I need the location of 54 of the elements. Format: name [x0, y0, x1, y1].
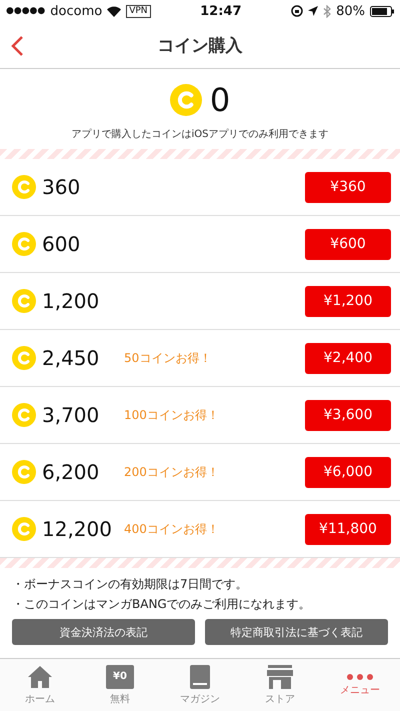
coin-amount: 1,200 — [42, 289, 100, 313]
coin-amount: 12,200 — [42, 517, 113, 541]
tab-item[interactable]: マガジン — [160, 659, 240, 711]
rotation-lock-icon — [291, 5, 304, 17]
bluetooth-icon — [323, 4, 332, 18]
price-button[interactable]: ¥360 — [305, 172, 391, 202]
coin-icon — [12, 403, 36, 427]
price-button[interactable]: ¥2,400 — [305, 342, 391, 374]
coin-icon — [12, 346, 36, 370]
store-icon — [267, 664, 293, 688]
coin-icon — [12, 289, 36, 313]
price-button[interactable]: ¥600 — [305, 228, 391, 260]
tab-item[interactable]: ストア — [240, 659, 320, 711]
legal-button[interactable]: 特定商取引法に基づく表記 — [205, 619, 388, 645]
coin-icon — [12, 460, 36, 484]
coin-amount: 600 — [42, 232, 82, 256]
legal-button[interactable]: 資金決済法の表記 — [12, 619, 195, 645]
book-icon — [190, 664, 210, 688]
location-icon — [308, 6, 318, 16]
bonus-label: 50コインお得！ — [124, 350, 212, 366]
coin-amount: 360 — [42, 175, 82, 199]
bonus-label: 100コインお得！ — [124, 406, 220, 424]
coin-icon — [12, 175, 36, 199]
page-title: コイン購入 — [158, 34, 242, 56]
note-text: ・このコインはマンガBANGでのみご利用になれます。 — [12, 596, 312, 613]
book-icon: ¥0 — [106, 664, 134, 688]
bonus-label: 200コインお得！ — [124, 464, 220, 480]
coin-amount: 6,200 — [42, 460, 100, 484]
balance-note: アプリで購入したコインはiOSアプリでのみ利用できます — [72, 128, 328, 141]
coin-icon — [12, 517, 36, 541]
battery-icon — [370, 6, 394, 16]
wifi-icon — [107, 6, 122, 16]
bonus-label: 400コインお得！ — [124, 520, 220, 538]
home-icon — [27, 664, 53, 688]
coin-amount: 3,700 — [42, 403, 100, 427]
price-button[interactable]: ¥11,800 — [305, 514, 391, 544]
vpn-indicator: VPN — [126, 4, 151, 18]
carrier-name: docomo — [50, 4, 102, 18]
coin-icon — [170, 84, 202, 116]
coin-icon — [12, 232, 36, 256]
coin-amount: 2,450 — [42, 346, 100, 370]
clock-time: 12:47 — [200, 4, 242, 18]
price-button[interactable]: ¥6,000 — [305, 456, 391, 488]
coin-balance: 0 — [210, 81, 230, 119]
tab-item[interactable]: メニュー — [320, 659, 400, 711]
dots-icon — [347, 674, 373, 680]
battery-percent: 80% — [336, 4, 365, 18]
tab-item[interactable]: ホーム — [0, 659, 80, 711]
price-button[interactable]: ¥3,600 — [305, 400, 391, 430]
tab-item[interactable]: ¥0 無料 — [80, 659, 160, 711]
price-button[interactable]: ¥1,200 — [305, 286, 391, 316]
back-icon[interactable] — [10, 35, 24, 57]
signal-dots: ●●●●● — [6, 6, 46, 16]
note-text: ・ボーナスコインの有効期限は7日間です。 — [12, 576, 249, 593]
